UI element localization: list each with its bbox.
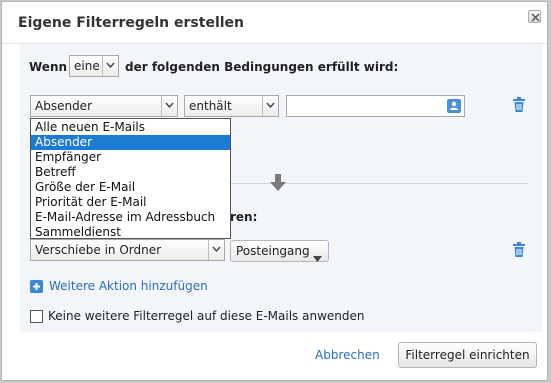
- folder-dropdown-button[interactable]: Posteingang: [230, 240, 329, 262]
- dialog-title: Eigene Filterregeln erstellen: [18, 15, 245, 31]
- match-mode-value: eine: [74, 59, 100, 73]
- chevron-down-icon: [262, 96, 278, 116]
- condition-suffix: der folgenden Bedingungen erfüllt wird:: [125, 60, 399, 74]
- close-icon[interactable]: [528, 10, 541, 23]
- field-option[interactable]: Größe der E-Mail: [31, 180, 230, 195]
- action-heading: ren:: [230, 210, 258, 224]
- chevron-down-icon: [208, 240, 224, 260]
- field-option[interactable]: Betreff: [31, 165, 230, 180]
- condition-operator-select[interactable]: enthält: [184, 95, 279, 117]
- delete-action-icon[interactable]: [512, 242, 526, 261]
- plus-icon[interactable]: [30, 280, 43, 293]
- field-option[interactable]: Priorität der E-Mail: [31, 195, 230, 210]
- field-option[interactable]: Alle neuen E-Mails: [31, 120, 230, 135]
- chevron-down-icon: [161, 96, 177, 116]
- action-select[interactable]: Verschiebe in Ordner: [30, 239, 225, 261]
- field-option[interactable]: Sammeldienst: [31, 225, 230, 240]
- arrow-down-icon: [268, 173, 288, 196]
- filter-rule-dialog: Eigene Filterregeln erstellen Wenn eine …: [1, 1, 548, 381]
- action-value: Verschiebe in Ordner: [35, 243, 162, 257]
- field-option[interactable]: E-Mail-Adresse im Adressbuch: [31, 210, 230, 225]
- condition-value-input[interactable]: [286, 95, 465, 117]
- field-option[interactable]: Empfänger: [31, 150, 230, 165]
- add-action-link[interactable]: Weitere Aktion hinzufügen: [49, 279, 208, 293]
- dialog-titlebar: Eigene Filterregeln erstellen: [2, 2, 547, 44]
- condition-prefix: Wenn: [29, 60, 68, 74]
- dialog-footer: Abbrechen Filterregel einrichten: [2, 333, 547, 380]
- triangle-down-icon: [313, 248, 322, 268]
- field-option[interactable]: Absender: [31, 135, 230, 150]
- match-mode-select[interactable]: eine: [69, 55, 119, 77]
- address-book-icon[interactable]: [447, 99, 461, 113]
- create-filter-button[interactable]: Filterregel einrichten: [398, 342, 537, 368]
- condition-field-select[interactable]: Absender: [30, 95, 178, 117]
- stop-rule-label: Keine weitere Filterregel auf diese E-Ma…: [48, 309, 365, 323]
- condition-operator-value: enthält: [189, 99, 232, 113]
- chevron-down-icon: [102, 56, 118, 76]
- cancel-link[interactable]: Abbrechen: [315, 348, 380, 362]
- delete-condition-icon[interactable]: [512, 97, 526, 116]
- condition-field-value: Absender: [35, 99, 92, 113]
- stop-rule-checkbox[interactable]: [30, 310, 43, 323]
- field-options-dropdown[interactable]: Alle neuen E-Mails Absender Empfänger Betre…: [30, 118, 231, 239]
- folder-value: Posteingang: [236, 244, 310, 258]
